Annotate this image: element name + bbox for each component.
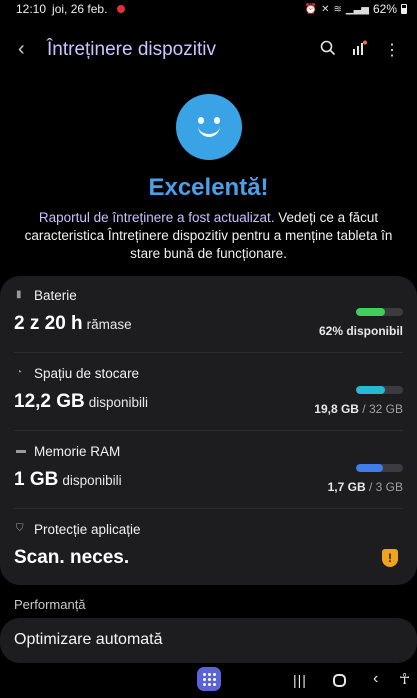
- storage-icon: ◔: [16, 367, 23, 378]
- battery-percent: 62%: [372, 2, 397, 16]
- device-status: Excelentă!: [148, 174, 269, 201]
- battery-row[interactable]: ▮ Baterie 2 z 20 h rămase 62% disponibil: [0, 276, 417, 353]
- nav-back-icon[interactable]: ‹: [373, 670, 378, 688]
- battery-label: Baterie: [34, 288, 77, 303]
- battery-small-icon: ▮: [16, 289, 22, 300]
- accessibility-icon[interactable]: ☥: [399, 670, 410, 688]
- app-protection-row[interactable]: ⛉ Protecție aplicație Scan. neces. !: [0, 510, 417, 587]
- storage-row[interactable]: ◔ Spațiu de stocare 12,2 GB disponibili 1…: [0, 354, 417, 431]
- wifi-icon: ≋: [333, 3, 342, 15]
- performance-section-title: Performanță: [14, 597, 86, 612]
- more-options-icon[interactable]: ⋮: [384, 40, 400, 60]
- signal-icon: ▁▃▅: [345, 3, 369, 15]
- protection-label: Protecție aplicație: [34, 522, 141, 537]
- memory-icon: ▬: [16, 445, 26, 456]
- warning-shield-icon: !: [382, 549, 398, 567]
- home-icon[interactable]: [333, 674, 346, 687]
- maintenance-card: ▮ Baterie 2 z 20 h rămase 62% disponibil …: [0, 276, 417, 585]
- battery-bar: [356, 308, 403, 316]
- report-link[interactable]: Raportul de întreținere a fost actualiza…: [39, 210, 275, 225]
- ram-row[interactable]: ▬ Memorie RAM 1 GB disponibili 1,7 GB / 3…: [0, 432, 417, 509]
- navigation-bar: ||| ‹ ☥: [0, 664, 417, 698]
- screen-record-icon: [117, 5, 126, 13]
- storage-available: 12,2 GB disponibili: [14, 391, 149, 412]
- storage-label: Spațiu de stocare: [34, 366, 140, 381]
- battery-available: 62% disponibil: [318, 324, 403, 338]
- battery-time: 2 z 20 h rămase: [14, 313, 132, 334]
- report-text: Raportul de întreținere a fost actualiza…: [10, 209, 407, 263]
- ram-usage: 1,7 GB / 3 GB: [327, 480, 403, 494]
- page-title: Întreținere dispozitiv: [47, 39, 216, 60]
- clock: 12:10: [16, 2, 47, 16]
- ram-bar: [356, 464, 403, 472]
- mute-icon: ✕: [321, 3, 330, 15]
- date: joi, 26 feb.: [52, 2, 108, 16]
- storage-usage: 19,8 GB / 32 GB: [314, 402, 403, 416]
- alarm-icon: ⏰: [304, 3, 318, 15]
- apps-grid-icon[interactable]: [197, 667, 221, 691]
- back-icon[interactable]: ‹: [18, 38, 25, 61]
- auto-optimize-card[interactable]: Optimizare automată: [0, 618, 417, 663]
- search-icon[interactable]: [320, 40, 336, 61]
- auto-optimize-label: Optimizare automată: [14, 631, 163, 648]
- ram-available: 1 GB disponibili: [14, 469, 122, 490]
- battery-icon: [401, 4, 407, 14]
- statistics-icon[interactable]: [352, 40, 368, 61]
- smiley-status-icon: [176, 94, 242, 160]
- shield-icon: ⛉: [16, 523, 24, 534]
- protection-status: Scan. neces.: [14, 547, 130, 568]
- ram-label: Memorie RAM: [34, 444, 121, 459]
- storage-bar: [356, 386, 403, 394]
- app-bar: ‹ Întreținere dispozitiv ⋮: [0, 34, 417, 68]
- recent-apps-icon[interactable]: |||: [293, 672, 307, 688]
- status-bar: 12:10 joi, 26 feb. ⏰ ✕ ≋ ▁▃▅ 62%: [0, 0, 417, 18]
